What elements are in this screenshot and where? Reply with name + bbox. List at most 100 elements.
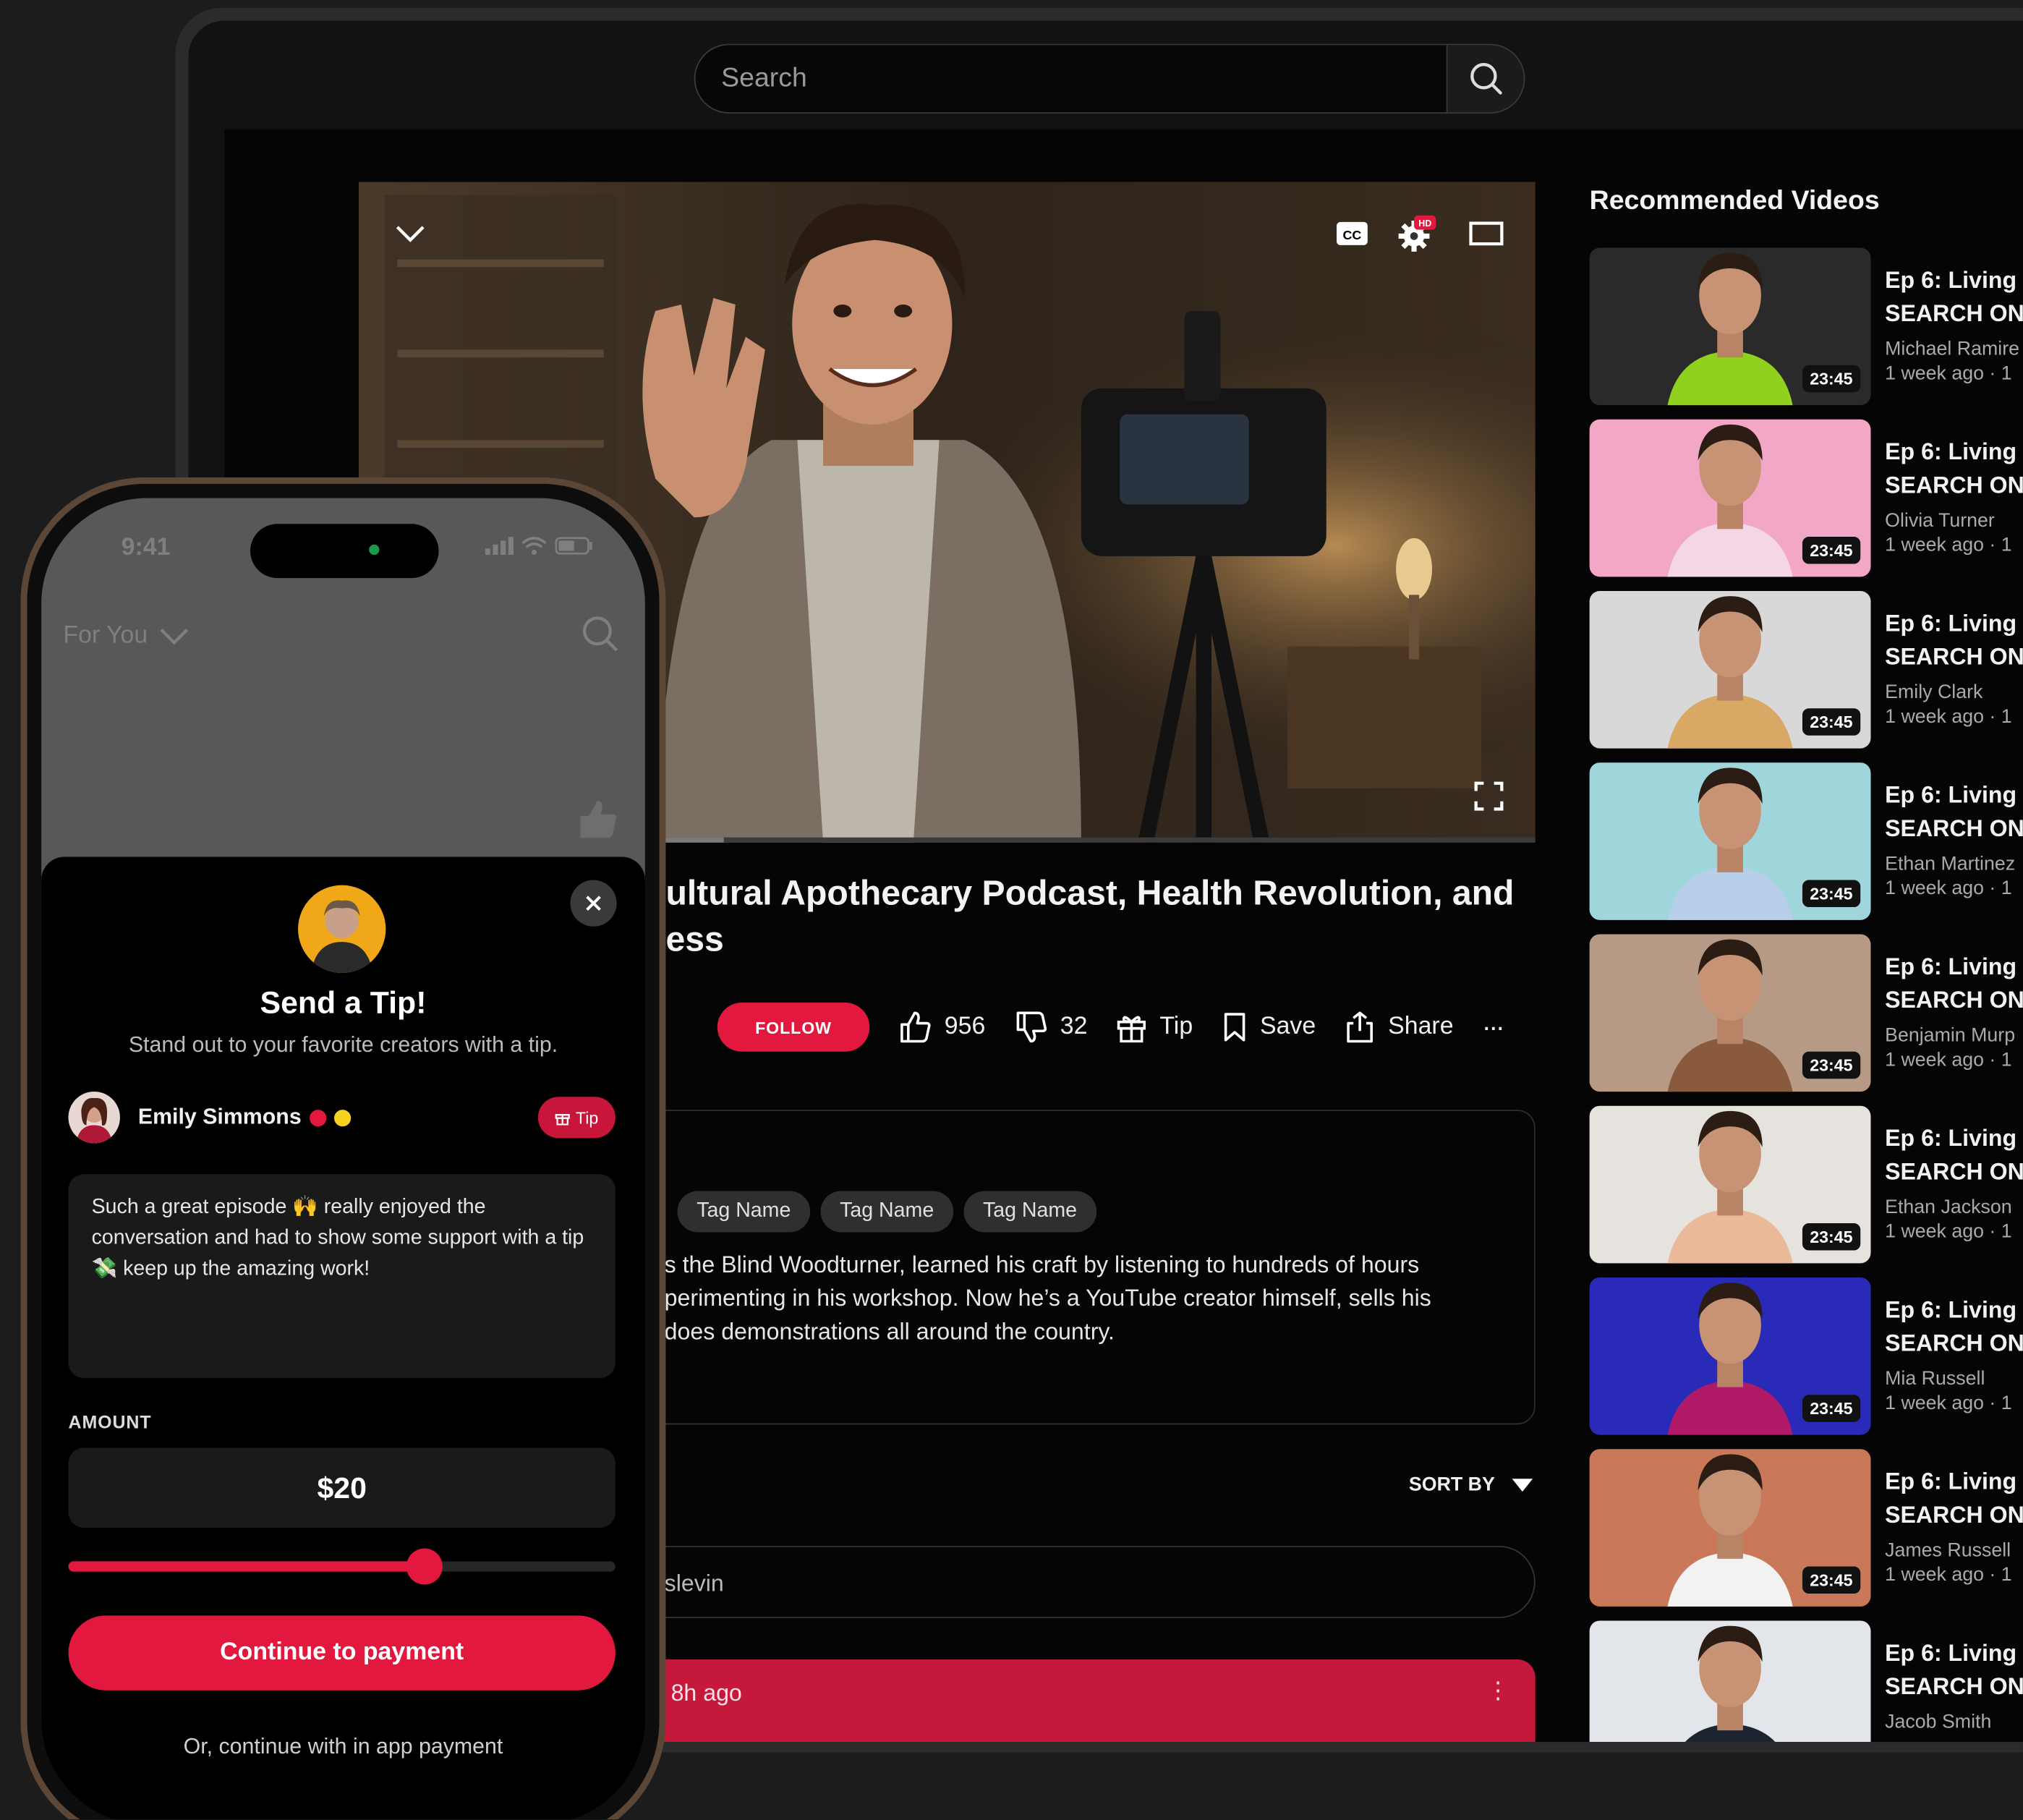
video-duration: 23:45 [1802,880,1861,908]
search-bar[interactable]: Search [694,43,1525,114]
recommended-video-item[interactable]: 23:45 Ep 6: Living t SEARCH ON Michael Rami… [1589,247,2023,419]
search-button[interactable] [1446,45,1524,113]
video-title-line[interactable]: Ep 6: Living t [1885,263,2023,297]
video-title-line[interactable]: Ep 6: Living t [1885,435,2023,468]
in-app-payment-link[interactable]: Or, continue with in app payment [41,1734,645,1760]
channel-name[interactable]: Benjamin Murp [1885,1024,2023,1046]
continue-payment-button[interactable]: Continue to payment [68,1615,616,1691]
channel-name[interactable]: Ethan Martinez [1885,853,2023,875]
video-thumbnail[interactable]: 23:45 [1589,1449,1871,1607]
dislike-button[interactable]: 32 [1014,1011,1088,1044]
video-age: 1 week ago · 1 [1885,534,2012,556]
comment-menu-icon[interactable]: ⋮ [1486,1677,1509,1704]
tip-label: Tip [1159,1013,1193,1040]
amount-slider-handle[interactable] [406,1548,443,1585]
channel-name[interactable]: Mia Russell [1885,1368,2023,1390]
video-thumbnail[interactable]: 23:45 [1589,1277,1871,1435]
theater-mode-button[interactable] [1458,208,1515,259]
video-thumbnail[interactable]: 23:45 [1589,1105,1871,1264]
video-title-line[interactable]: SEARCH ON [1885,983,2023,1016]
settings-button[interactable]: HD [1388,205,1444,262]
description-line: perimenting in his workshop. Now he’s a … [664,1285,1431,1311]
sort-by-dropdown[interactable]: SORT BY [1409,1474,1533,1495]
video-title-line[interactable]: SEARCH ON [1885,469,2023,502]
video-title-line[interactable]: SEARCH ON [1885,1670,2023,1703]
video-title-line[interactable]: Ep 6: Living t [1885,1121,2023,1154]
recommended-video-item[interactable]: 23:45 Ep 6: Living t SEARCH ON Benjamin Mur… [1589,934,2023,1105]
recommended-video-item[interactable]: 23:45 Ep 6: Living t SEARCH ON Mia Russell 1… [1589,1277,2023,1449]
search-input[interactable]: Search [721,63,807,94]
phone-like-button[interactable] [576,797,620,848]
tip-message-field[interactable]: Such a great episode 🙌 really enjoyed th… [68,1174,616,1379]
dislike-count: 32 [1060,1013,1088,1040]
minimize-button[interactable] [385,208,436,259]
phone-search-button[interactable] [581,614,620,659]
fullscreen-button[interactable] [1463,770,1515,822]
video-title-line[interactable]: Ep 6: Living t [1885,1465,2023,1498]
status-icons [485,537,594,556]
chevron-down-icon [159,628,188,645]
amount-slider[interactable] [68,1548,616,1585]
recommended-video-item[interactable]: 23:45 Ep 6: Living t SEARCH ON Olivia Turne… [1589,419,2023,591]
thumbnail-person [1667,1454,1793,1607]
video-title-line[interactable]: Ep 6: Living t [1885,1293,2023,1326]
more-button[interactable]: ··· [1482,1011,1505,1044]
like-button[interactable]: 956 [898,1011,985,1044]
tag-chip[interactable]: Tag Name [677,1191,811,1233]
feed-selector[interactable]: For You [63,622,189,650]
video-title-line[interactable]: Ep 6: Living t [1885,1636,2023,1670]
video-age: 1 week ago · 1 [1885,362,2012,385]
video-title-line[interactable]: SEARCH ON [1885,297,2023,330]
amount-slider-fill [68,1561,425,1572]
channel-name[interactable]: Olivia Turner [1885,510,2023,532]
sheet-subtitle: Stand out to your favorite creators with… [128,1032,558,1057]
video-title-line[interactable]: SEARCH ON [1885,640,2023,673]
video-thumbnail[interactable]: 23:45 [1589,934,1871,1092]
close-button[interactable] [570,880,617,927]
video-title-line[interactable]: Ep 6: Living t [1885,950,2023,983]
video-thumbnail[interactable]: 23:45 [1589,419,1871,577]
recommended-video-item[interactable]: 23:45 Ep 6: Living t SEARCH ON Ethan Jackso… [1589,1105,2023,1277]
video-thumbnail[interactable]: 23:45 [1589,590,1871,749]
tag-list: Tag Name Tag Name Tag Name [677,1191,1096,1233]
video-title-line[interactable]: SEARCH ON [1885,812,2023,845]
save-button[interactable]: Save [1221,1011,1316,1042]
creator-tip-button[interactable]: Tip [537,1097,616,1139]
captions-button[interactable]: CC [1324,208,1380,259]
share-button[interactable]: Share [1344,1011,1454,1044]
recommended-video-item[interactable]: 23:45 Ep 6: Living t SEARCH ON James Russel… [1589,1449,2023,1620]
video-title-line[interactable]: SEARCH ON [1885,1327,2023,1360]
feed-selector-label: For You [63,621,148,650]
recommended-video-item[interactable]: 23:45 Ep 6: Living t SEARCH ON Emily Clark 1… [1589,590,2023,762]
channel-name[interactable]: Michael Ramire [1885,338,2023,360]
follow-button[interactable]: FOLLOW [717,1003,870,1052]
video-thumbnail[interactable] [1589,1620,1871,1743]
video-title-line[interactable]: SEARCH ON [1885,1498,2023,1531]
video-duration: 23:45 [1802,1051,1861,1079]
video-title-line[interactable]: Ep 6: Living t [1885,606,2023,639]
video-meta: Ep 6: Living t SEARCH ON Ethan Martinez 1 w… [1885,778,2023,899]
comment-input[interactable]: slevin [611,1545,1536,1618]
channel-name[interactable]: James Russell [1885,1539,2023,1561]
channel-name[interactable]: Emily Clark [1885,681,2023,703]
tip-button[interactable]: Tip [1116,1011,1193,1043]
recommended-video-item[interactable]: 23:45 Ep 6: Living t SEARCH ON Ethan Martin… [1589,762,2023,934]
video-age: 1 week ago · 1 [1885,1049,2012,1071]
video-actions: FOLLOW 956 32 Tip Save Share ··· [717,1001,1505,1053]
sheet-title: Send a Tip! [260,985,427,1021]
recommended-video-item[interactable]: Ep 6: Living t SEARCH ON Jacob Smith [1589,1620,2023,1743]
video-title-line[interactable]: Ep 6: Living t [1885,778,2023,812]
tag-chip[interactable]: Tag Name [963,1191,1096,1233]
video-title-line[interactable]: SEARCH ON [1885,1155,2023,1188]
video-thumbnail[interactable]: 23:45 [1589,762,1871,920]
description-text: s the Blind Woodturner, learned his craf… [665,1248,1516,1348]
video-thumbnail[interactable]: 23:45 [1589,247,1871,406]
tag-chip[interactable]: Tag Name [820,1191,953,1233]
gift-icon [555,1114,571,1126]
video-duration: 23:45 [1802,365,1861,393]
channel-name[interactable]: Jacob Smith [1885,1711,2023,1732]
status-time: 9:41 [121,534,171,561]
pinned-comment[interactable]: 8h ago ⋮ [611,1659,1536,1743]
amount-field[interactable]: $20 [68,1447,616,1528]
channel-name[interactable]: Ethan Jackson [1885,1196,2023,1218]
